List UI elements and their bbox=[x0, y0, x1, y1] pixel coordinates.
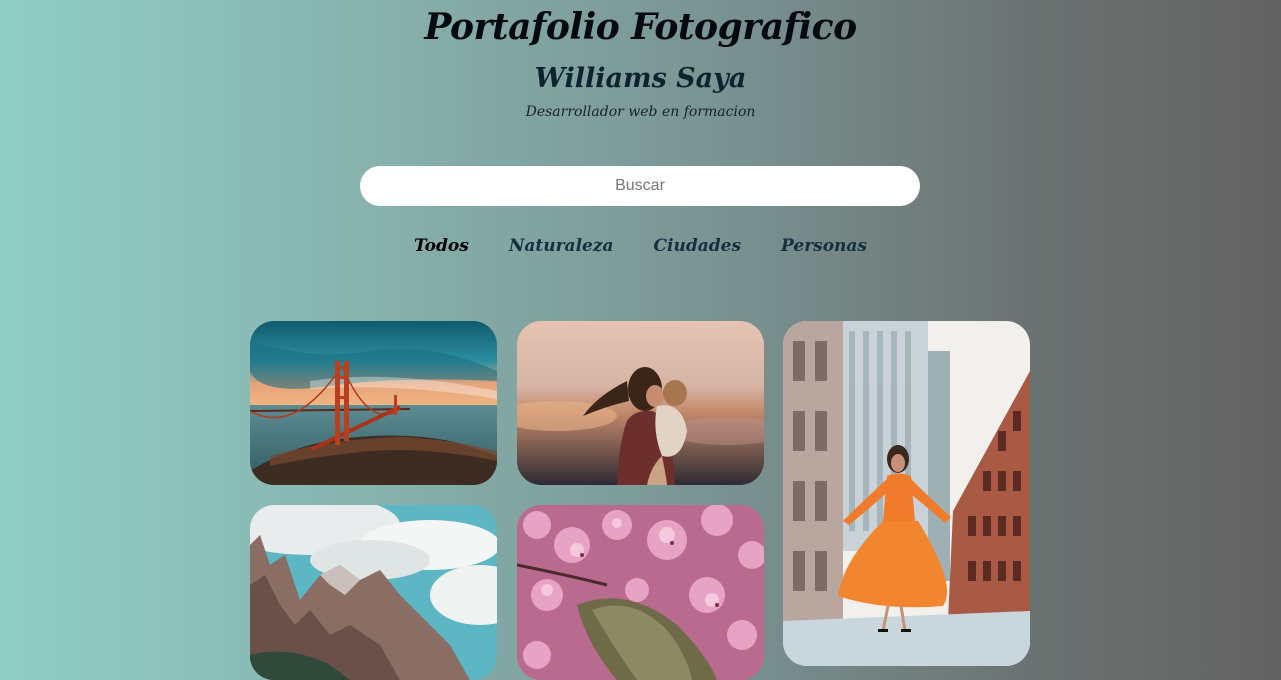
nav-item-naturaleza[interactable]: Naturaleza bbox=[509, 236, 614, 256]
photo-golden-gate-bridge[interactable] bbox=[250, 321, 497, 485]
photo-mountains[interactable] bbox=[250, 505, 497, 680]
photo-mother-and-child[interactable] bbox=[517, 321, 764, 485]
category-nav: Todos Naturaleza Ciudades Personas bbox=[0, 236, 1281, 256]
photo-blossoms-image bbox=[517, 505, 764, 680]
author-name: Williams Saya bbox=[534, 63, 747, 94]
photo-street-image bbox=[783, 321, 1030, 666]
search-input[interactable] bbox=[360, 166, 920, 206]
nav-item-personas[interactable]: Personas bbox=[781, 236, 867, 256]
page-title: Portafolio Fotografico bbox=[424, 6, 857, 48]
nav-item-ciudades[interactable]: Ciudades bbox=[654, 236, 742, 256]
photo-woman-orange-dress[interactable] bbox=[783, 321, 1030, 666]
photo-cherry-blossoms[interactable] bbox=[517, 505, 764, 680]
nav-item-todos[interactable]: Todos bbox=[414, 236, 469, 256]
photo-bridge-image bbox=[250, 321, 497, 485]
photo-mountains-image bbox=[250, 505, 497, 680]
tagline: Desarrollador web en formacion bbox=[525, 104, 756, 120]
photo-mother-child-image bbox=[517, 321, 764, 485]
